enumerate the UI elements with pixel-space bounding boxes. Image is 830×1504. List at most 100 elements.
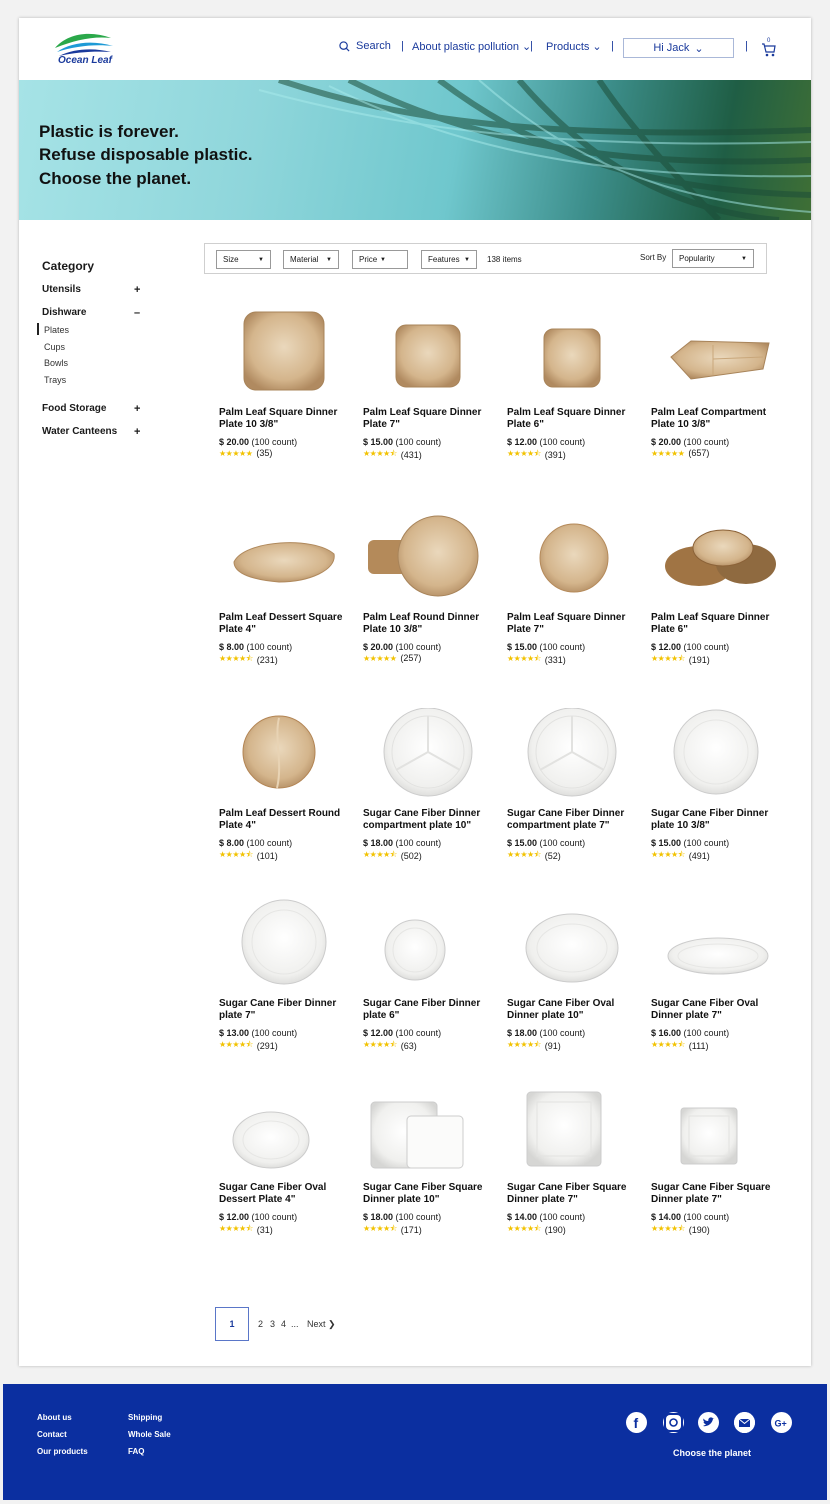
- product-image[interactable]: [219, 708, 349, 800]
- product-card[interactable]: Sugar Cane Fiber Oval Dinner plate 7" $ 1…: [651, 898, 781, 1053]
- expand-icon[interactable]: +: [134, 284, 140, 296]
- category-water-canteens[interactable]: Water Canteens: [42, 426, 142, 437]
- subcategory-bowls[interactable]: Bowls: [44, 358, 68, 368]
- page-current[interactable]: 1: [215, 1307, 249, 1341]
- product-name[interactable]: Sugar Cane Fiber Dinner plate 10 3/8": [651, 808, 781, 832]
- product-name[interactable]: Sugar Cane Fiber Dinner compartment plat…: [507, 808, 637, 832]
- product-price-line: $ 13.00 (100 count): [219, 1028, 349, 1038]
- material-filter[interactable]: Material ▼: [283, 250, 339, 269]
- cart-icon[interactable]: 0: [761, 36, 777, 58]
- product-image[interactable]: [507, 707, 637, 800]
- category-food-storage[interactable]: Food Storage: [42, 403, 142, 414]
- page-2[interactable]: 2: [258, 1319, 263, 1329]
- footer-whole-sale[interactable]: Whole Sale: [128, 1430, 171, 1439]
- product-name[interactable]: Sugar Cane Fiber Oval Dessert Plate 4": [219, 1182, 349, 1206]
- product-image[interactable]: [651, 512, 781, 604]
- product-card[interactable]: Palm Leaf Round Dinner Plate 10 3/8" $ 20…: [363, 512, 493, 663]
- product-name[interactable]: Palm Leaf Dessert Round Plate 4": [219, 808, 349, 832]
- subcategory-trays[interactable]: Trays: [44, 375, 66, 385]
- product-card[interactable]: Palm Leaf Square Dinner Plate 10 3/8" $ 2…: [219, 307, 349, 458]
- product-image[interactable]: [651, 1082, 781, 1174]
- subcategory-cups[interactable]: Cups: [44, 342, 65, 352]
- product-name[interactable]: Palm Leaf Square Dinner Plate 6": [651, 612, 781, 636]
- product-name[interactable]: Sugar Cane Fiber Square Dinner plate 7": [651, 1182, 781, 1206]
- product-name[interactable]: Palm Leaf Square Dinner Plate 10 3/8": [219, 407, 349, 431]
- product-card[interactable]: Palm Leaf Square Dinner Plate 7" $ 15.00 …: [507, 512, 637, 667]
- product-card[interactable]: Palm Leaf Dessert Round Plate 4" $ 8.00 (…: [219, 708, 349, 863]
- footer-contact[interactable]: Contact: [37, 1430, 67, 1439]
- product-count: (100 count): [683, 642, 730, 652]
- product-image[interactable]: [363, 898, 493, 990]
- features-filter[interactable]: Features ▼: [421, 250, 477, 269]
- product-card[interactable]: Sugar Cane Fiber Dinner plate 6" $ 12.00 …: [363, 898, 493, 1053]
- product-name[interactable]: Sugar Cane Fiber Oval Dinner plate 7": [651, 998, 781, 1022]
- product-name[interactable]: Palm Leaf Square Dinner Plate 7": [363, 407, 493, 431]
- price-filter[interactable]: Price ▼: [352, 250, 408, 269]
- product-name[interactable]: Sugar Cane Fiber Square Dinner plate 7": [507, 1182, 637, 1206]
- product-card[interactable]: Palm Leaf Compartment Plate 10 3/8" $ 20.…: [651, 307, 781, 458]
- sort-select[interactable]: Popularity ▼: [672, 249, 754, 268]
- product-name[interactable]: Sugar Cane Fiber Dinner compartment plat…: [363, 808, 493, 832]
- product-image[interactable]: [363, 707, 493, 800]
- nav-products[interactable]: Products ⌄: [546, 40, 602, 54]
- product-image[interactable]: [219, 307, 349, 399]
- product-card[interactable]: Palm Leaf Square Dinner Plate 6" $ 12.00 …: [651, 512, 781, 667]
- product-image[interactable]: [363, 512, 493, 604]
- product-card[interactable]: Sugar Cane Fiber Dinner plate 7" $ 13.00 …: [219, 898, 349, 1053]
- category-utensils[interactable]: Utensils: [42, 284, 142, 295]
- product-name[interactable]: Sugar Cane Fiber Square Dinner plate 10": [363, 1182, 493, 1206]
- size-filter[interactable]: Size ▼: [216, 250, 271, 269]
- product-image[interactable]: [219, 1082, 349, 1174]
- product-image[interactable]: [651, 307, 781, 399]
- product-image[interactable]: [507, 307, 637, 399]
- instagram-icon[interactable]: [663, 1412, 684, 1433]
- page-3[interactable]: 3: [270, 1319, 275, 1329]
- product-card[interactable]: Sugar Cane Fiber Dinner compartment plat…: [507, 707, 637, 863]
- product-card[interactable]: Sugar Cane Fiber Oval Dinner plate 10" $ …: [507, 898, 637, 1053]
- product-name[interactable]: Palm Leaf Dessert Square Plate 4": [219, 612, 349, 636]
- product-name[interactable]: Sugar Cane Fiber Oval Dinner plate 10": [507, 998, 637, 1022]
- footer-shipping[interactable]: Shipping: [128, 1413, 162, 1422]
- product-name[interactable]: Sugar Cane Fiber Dinner plate 7": [219, 998, 349, 1022]
- search-link[interactable]: Search: [339, 40, 391, 52]
- product-image[interactable]: [219, 512, 349, 604]
- footer-about-us[interactable]: About us: [37, 1413, 72, 1422]
- product-card[interactable]: Palm Leaf Square Dinner Plate 6" $ 12.00 …: [507, 307, 637, 462]
- product-name[interactable]: Palm Leaf Compartment Plate 10 3/8": [651, 407, 781, 431]
- product-card[interactable]: Palm Leaf Dessert Square Plate 4" $ 8.00 …: [219, 512, 349, 667]
- product-image[interactable]: [363, 307, 493, 399]
- product-image[interactable]: [363, 1082, 493, 1174]
- user-menu[interactable]: Hi Jack ⌄: [623, 38, 734, 58]
- expand-icon[interactable]: +: [134, 426, 140, 438]
- product-card[interactable]: Sugar Cane Fiber Dinner compartment plat…: [363, 707, 493, 863]
- mail-icon[interactable]: [734, 1412, 755, 1433]
- product-image[interactable]: [651, 708, 781, 800]
- footer-faq[interactable]: FAQ: [128, 1447, 144, 1456]
- product-name[interactable]: Palm Leaf Square Dinner Plate 6": [507, 407, 637, 431]
- twitter-icon[interactable]: [698, 1412, 719, 1433]
- product-name[interactable]: Palm Leaf Square Dinner Plate 7": [507, 612, 637, 636]
- product-card[interactable]: Palm Leaf Square Dinner Plate 7" $ 15.00 …: [363, 307, 493, 462]
- nav-about-plastic-pollution[interactable]: About plastic pollution ⌄: [412, 40, 531, 54]
- collapse-icon[interactable]: –: [134, 307, 140, 319]
- product-image[interactable]: [507, 512, 637, 604]
- footer-our-products[interactable]: Our products: [37, 1447, 88, 1456]
- page-4[interactable]: 4: [281, 1319, 286, 1329]
- product-image[interactable]: [219, 898, 349, 990]
- product-name[interactable]: Sugar Cane Fiber Dinner plate 6": [363, 998, 493, 1022]
- product-image[interactable]: [507, 1082, 637, 1174]
- subcategory-plates[interactable]: Plates: [44, 325, 69, 335]
- expand-icon[interactable]: +: [134, 403, 140, 415]
- product-card[interactable]: Sugar Cane Fiber Square Dinner plate 7" $…: [507, 1082, 637, 1237]
- product-card[interactable]: Sugar Cane Fiber Oval Dessert Plate 4" $ …: [219, 1082, 349, 1237]
- product-card[interactable]: Sugar Cane Fiber Square Dinner plate 7" $…: [651, 1082, 781, 1237]
- facebook-icon[interactable]: f: [626, 1412, 647, 1433]
- product-card[interactable]: Sugar Cane Fiber Square Dinner plate 10"…: [363, 1082, 493, 1237]
- product-image[interactable]: [651, 898, 781, 990]
- next-page-link[interactable]: Next ❯: [307, 1319, 336, 1330]
- product-card[interactable]: Sugar Cane Fiber Dinner plate 10 3/8" $ 1…: [651, 708, 781, 863]
- product-image[interactable]: [507, 898, 637, 990]
- google-plus-icon[interactable]: G+: [771, 1412, 792, 1433]
- category-dishware[interactable]: Dishware: [42, 307, 142, 318]
- product-name[interactable]: Palm Leaf Round Dinner Plate 10 3/8": [363, 612, 493, 636]
